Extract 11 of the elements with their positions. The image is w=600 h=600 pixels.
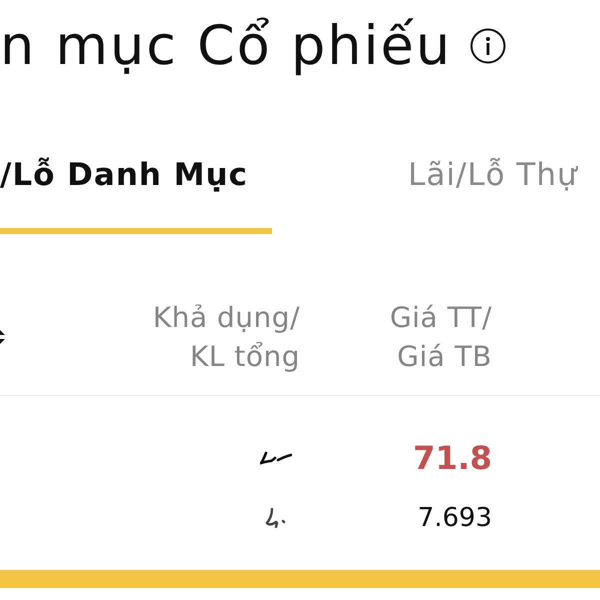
page-title: n mục Cổ phiếu (0, 19, 452, 73)
column-header: Giá TT/ (390, 300, 492, 336)
market-price: 71.8 (413, 438, 492, 478)
scribble-icon (260, 450, 292, 466)
average-price: 7.693 (418, 502, 492, 535)
column-header: Khả dụng/ (152, 300, 300, 336)
sort-icon[interactable] (0, 328, 6, 346)
tab[interactable]: /Lỗ Danh Mục (0, 154, 272, 234)
column-header: Giá TB (397, 339, 492, 375)
column-header: KL tổng (190, 339, 300, 375)
info-icon[interactable] (470, 28, 506, 64)
